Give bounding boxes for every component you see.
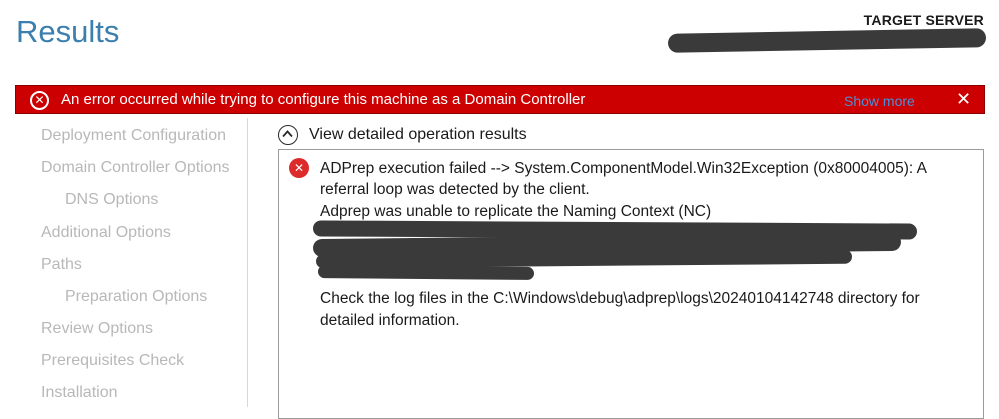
result-footer-line: detailed information. <box>320 312 460 329</box>
result-message-line: referral loop was detected by the client… <box>320 181 590 198</box>
nav-item-preparation-options[interactable]: Preparation Options <box>65 288 207 306</box>
close-icon[interactable]: ✕ <box>956 89 971 110</box>
result-footer-line: Check the log files in the C:\Windows\de… <box>320 290 920 307</box>
result-message-line: Adprep was unable to replicate the Namin… <box>320 203 712 220</box>
view-detailed-results-toggle[interactable]: View detailed operation results <box>309 126 527 144</box>
nav-item-dns-options[interactable]: DNS Options <box>65 191 158 209</box>
error-icon: ✕ <box>289 158 309 178</box>
nav-item-paths[interactable]: Paths <box>41 256 82 274</box>
result-message-line: ADPrep execution failed --> System.Compo… <box>320 160 927 177</box>
nav-item-domain-controller-options[interactable]: Domain Controller Options <box>41 159 230 177</box>
error-icon: ✕ <box>30 91 49 110</box>
target-server-label: TARGET SERVER <box>863 12 984 28</box>
redacted-text <box>317 265 535 280</box>
show-more-link[interactable]: Show more <box>844 93 915 109</box>
nav-item-prerequisites-check[interactable]: Prerequisites Check <box>41 352 184 370</box>
page-title: Results <box>16 14 120 49</box>
error-banner: ✕ An error occurred while trying to conf… <box>15 85 985 114</box>
sidebar-divider <box>247 118 248 407</box>
nav-item-additional-options[interactable]: Additional Options <box>41 224 171 242</box>
chevron-up-icon[interactable] <box>278 125 298 145</box>
nav-item-review-options[interactable]: Review Options <box>41 320 153 338</box>
nav-item-deployment-configuration[interactable]: Deployment Configuration <box>41 127 226 145</box>
error-message: An error occurred while trying to config… <box>61 91 586 108</box>
redacted-server-name <box>667 28 987 53</box>
nav-item-installation[interactable]: Installation <box>41 384 118 402</box>
